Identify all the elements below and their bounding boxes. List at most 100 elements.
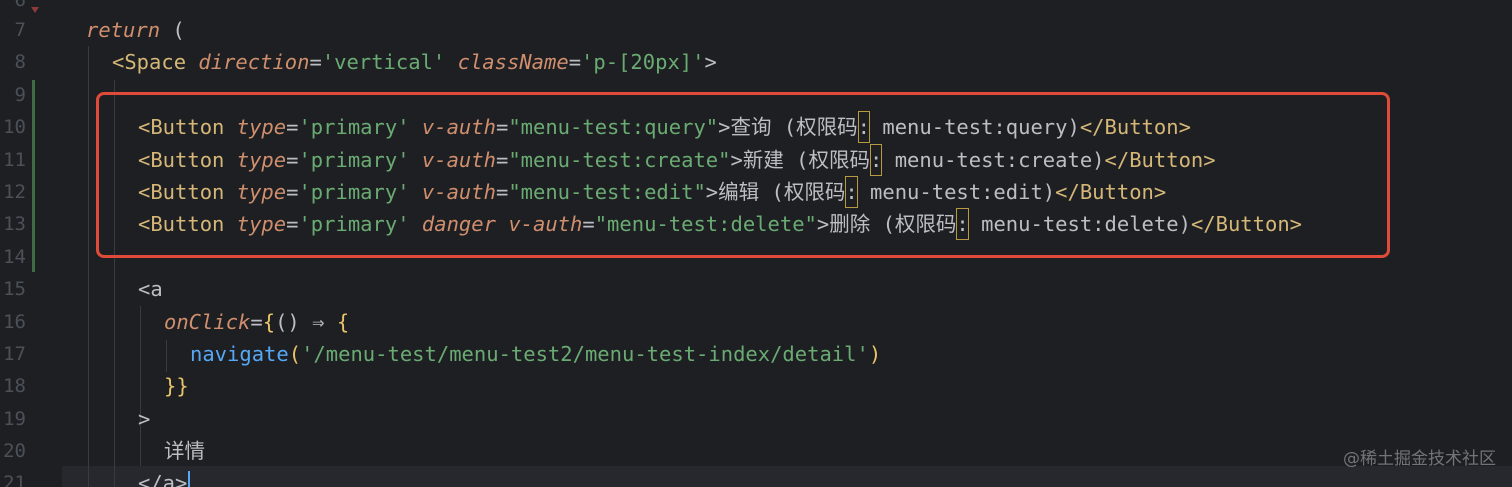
tag-end: </a> [138, 471, 188, 487]
code-line-10[interactable]: <Button type='primary' v-auth="menu-test… [138, 111, 1191, 143]
code-line-12[interactable]: <Button type='primary' v-auth="menu-test… [138, 176, 1166, 208]
colon-highlight: : [845, 176, 858, 208]
code-editor[interactable]: 6 7 8 9 10 11 12 13 14 15 16 17 18 19 20… [0, 0, 1512, 487]
string: "menu-test:edit" [508, 180, 706, 204]
line-number: 16 [3, 311, 26, 333]
code-line-11[interactable]: <Button type='primary' v-auth="menu-test… [138, 144, 1216, 176]
string: 'primary' [298, 212, 410, 236]
code-line-7[interactable]: return ( [86, 14, 185, 46]
fold-arrow-icon[interactable] [31, 7, 39, 13]
line-number: 19 [3, 408, 26, 430]
string: "menu-test:delete" [594, 212, 817, 236]
permission-code: menu-test:create) [882, 148, 1105, 172]
brace: { [336, 310, 350, 334]
tag-gt: > [718, 115, 731, 139]
string: 'primary' [298, 148, 410, 172]
string: "menu-test:create" [508, 148, 731, 172]
brace: { [262, 310, 276, 334]
tag-open: <Button [138, 148, 225, 172]
watermark: @稀土掘金技术社区 [1343, 449, 1496, 469]
line-number: 15 [3, 278, 26, 300]
tag-open: <Button [138, 180, 225, 204]
code-line-21[interactable]: </a> [138, 467, 187, 487]
tag-gt: > [138, 407, 151, 431]
equals: = [582, 212, 595, 236]
tag-open: <Button [138, 212, 225, 236]
line-number: 13 [3, 213, 26, 235]
code-line-16[interactable]: onClick={() ⇒ { [164, 306, 349, 338]
line-number: 11 [3, 149, 26, 171]
tag-gt: > [730, 148, 743, 172]
line-number-gutter: 6 7 8 9 10 11 12 13 14 15 16 17 18 19 20… [0, 0, 58, 487]
tag-gt: > [816, 212, 830, 236]
permission-code: menu-test:delete) [968, 212, 1191, 236]
equals: = [495, 180, 509, 204]
paren: ( [288, 342, 302, 366]
code-line-13[interactable]: <Button type='primary' danger v-auth="me… [138, 208, 1302, 240]
attribute: v-auth [421, 180, 496, 204]
code-line-20[interactable]: 详情 [164, 435, 205, 467]
indent-guide [140, 306, 141, 466]
string: '/menu-test/menu-test2/menu-test-index/d… [301, 342, 869, 366]
string: 'vertical' [321, 50, 446, 74]
params: () [275, 310, 300, 334]
equals: = [568, 50, 582, 74]
string: "menu-test:query" [508, 115, 719, 139]
attribute: v-auth [508, 212, 583, 236]
tag-gt: > [705, 180, 719, 204]
code-line-8[interactable]: <Space direction='vertical' className='p… [112, 46, 717, 78]
line-number: 20 [3, 440, 26, 462]
equals: = [495, 115, 509, 139]
line-number: 8 [14, 51, 26, 73]
function-call: navigate [190, 342, 289, 366]
keyword: return [86, 18, 161, 42]
button-label: 编辑 (权限码 [718, 180, 846, 204]
button-label: 新建 (权限码 [742, 148, 871, 172]
code-line-18[interactable]: }} [164, 370, 189, 402]
colon-highlight: : [870, 144, 883, 176]
equals: = [286, 212, 299, 236]
tag-open: <Button [138, 115, 225, 139]
indent-guide [166, 340, 167, 372]
equals: = [495, 148, 509, 172]
brace-close: }} [164, 374, 189, 398]
text-content: 详情 [164, 439, 205, 463]
tag-end: </Button> [1104, 148, 1216, 172]
attribute: className [457, 50, 569, 74]
code-line-19[interactable]: > [138, 403, 150, 435]
vcs-change-marker[interactable] [32, 80, 35, 272]
tag-end: </Button> [1079, 115, 1191, 139]
permission-code: menu-test:edit) [857, 180, 1056, 204]
tag-open: <Space [112, 50, 187, 74]
indent-guide [88, 46, 89, 487]
line-number: 9 [14, 84, 26, 106]
attribute: type [236, 148, 287, 172]
colon-highlight: : [956, 208, 969, 240]
attribute: v-auth [421, 115, 496, 139]
line-number: 14 [3, 246, 26, 268]
equals: = [286, 115, 299, 139]
line-number: 12 [3, 181, 26, 203]
string: 'primary' [298, 115, 410, 139]
line-number: 18 [3, 375, 26, 397]
code-line-17[interactable]: navigate('/menu-test/menu-test2/menu-tes… [190, 338, 881, 370]
line-number: 21 [3, 472, 26, 487]
code-area[interactable]: return ( <Space direction = 'vertical' cla… [62, 0, 1512, 487]
string: 'primary' [298, 180, 410, 204]
tag-close: > [704, 50, 717, 74]
line-number: 7 [14, 19, 26, 41]
equals: = [250, 310, 263, 334]
attribute: onClick [164, 310, 251, 334]
attribute: type [236, 212, 287, 236]
colon-highlight: : [857, 111, 871, 143]
tag-open: <a [138, 277, 163, 301]
paren: ) [868, 342, 882, 366]
arrow: ⇒ [299, 310, 337, 334]
permission-code: menu-test:query) [870, 115, 1080, 139]
string: 'p-[20px]' [581, 50, 705, 74]
attribute: type [236, 180, 287, 204]
button-label: 查询 (权限码 [730, 115, 858, 139]
attribute: direction [198, 50, 310, 74]
line-number: 10 [3, 116, 26, 138]
code-line-15[interactable]: <a [138, 273, 163, 305]
